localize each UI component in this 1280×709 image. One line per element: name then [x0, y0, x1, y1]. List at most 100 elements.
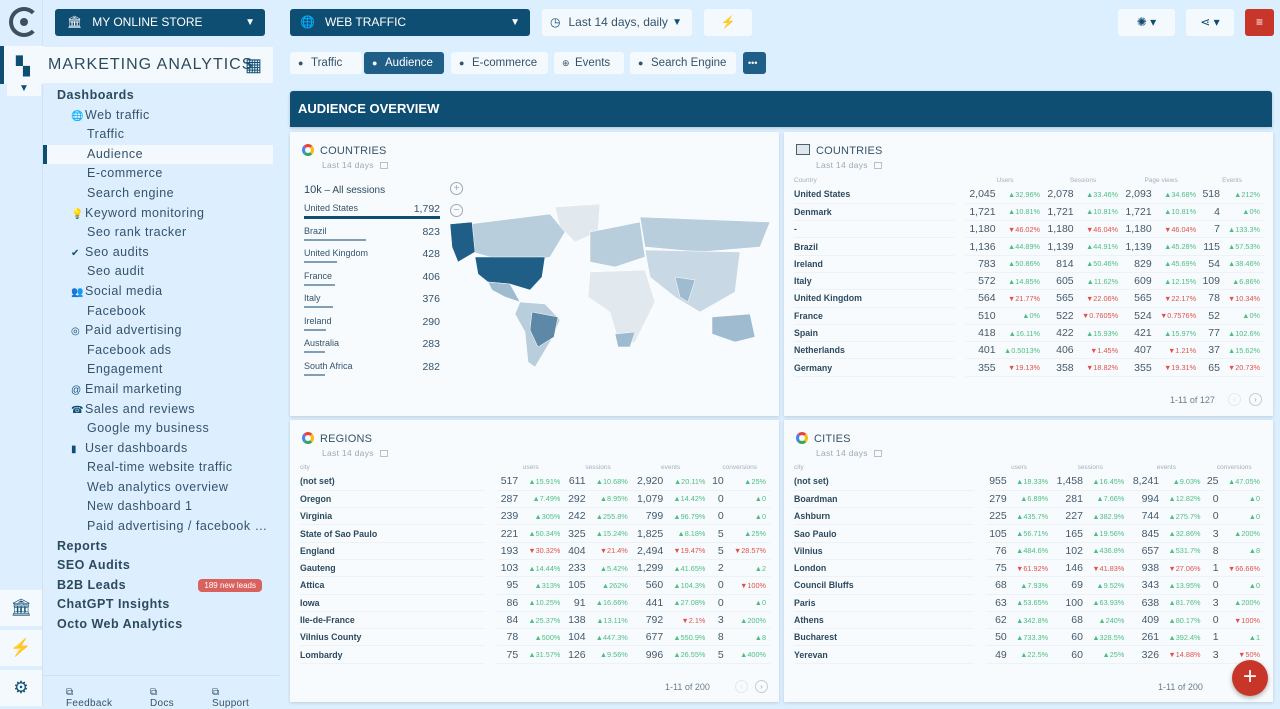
sidebar-item-seo-audit[interactable]: Seo audit: [43, 262, 280, 282]
column-header[interactable]: Country: [794, 174, 954, 186]
table-row[interactable]: Spain 418 ▲16.11% 422 ▲15.93% 421 ▲15.97% 77 ▲10…: [794, 324, 1264, 343]
sidebar-item-seo-audits[interactable]: ✔ Seo audits: [43, 243, 280, 263]
docs-link[interactable]: Docs ⧉: [150, 687, 174, 709]
column-header[interactable]: conversions: [709, 461, 770, 473]
prev-page-button[interactable]: ‹: [735, 680, 748, 693]
chevron-down-icon[interactable]: ▼: [7, 84, 41, 96]
country-row[interactable]: Italy 376: [304, 293, 440, 316]
sidebar-item-keyword-monitoring[interactable]: 💡Keyword monitoring: [43, 204, 280, 224]
date-range-select[interactable]: ◷ Last 14 days, daily ▼: [542, 9, 692, 36]
table-row[interactable]: Gauteng 103 ▲14.44% 233 ▲5.42% 1,299 ▲41.65% 2 ▲…: [300, 559, 770, 578]
table-row[interactable]: Vilnius 76 ▲484.6% 102 ▲436.8% 657 ▲531.7% 8 ▲8: [794, 542, 1264, 560]
calendar-icon[interactable]: [873, 450, 882, 457]
sidebar-item-web-traffic[interactable]: 🌐Web traffic: [43, 106, 280, 126]
column-header[interactable]: Page views: [1122, 174, 1200, 186]
logo-icon[interactable]: [9, 7, 39, 37]
country-row[interactable]: United Kingdom 428: [304, 248, 440, 271]
sidebar-item-email-marketing[interactable]: @ Email marketing: [43, 380, 280, 400]
tab-e-commerce[interactable]: ● E-commerce: [451, 52, 548, 74]
tab-audience[interactable]: ● Audience: [364, 52, 444, 74]
theme-button[interactable]: ✺ ▾: [1118, 9, 1175, 36]
sidebar-item-audience[interactable]: Audience: [43, 144, 273, 165]
sidebar-item-paid-advertising-facebook[interactable]: Paid advertising / facebook …: [43, 517, 280, 537]
table-row[interactable]: Oregon 287 ▲7.49% 292 ▲8.95% 1,079 ▲14.42% 0 ▲0: [300, 490, 770, 509]
table-row[interactable]: Bucharest 50 ▲733.3% 60 ▲328.5% 261 ▲392.4% 1 ▲1: [794, 628, 1264, 647]
column-header[interactable]: city: [300, 461, 485, 473]
country-row[interactable]: South Africa 282: [304, 361, 440, 384]
share-button[interactable]: ⋖ ▾: [1186, 9, 1234, 36]
table-row[interactable]: Yerevan 49 ▲22.5% 60 ▲25% 326 ▼14.88% 3 ▼50%: [794, 645, 1264, 664]
table-row[interactable]: United Kingdom 564 ▼21.77% 565 ▼22.06% 565 ▼22…: [794, 289, 1264, 308]
more-tabs-button[interactable]: •••: [743, 52, 766, 74]
sidebar-item-paid-advertising[interactable]: ◎ Paid advertising: [43, 321, 280, 341]
table-row[interactable]: Germany 355 ▼19.13% 358 ▼18.82% 355 ▼19.31% 65 ▼…: [794, 358, 1264, 377]
table-row[interactable]: Attica 95 ▲313% 105 ▲262% 560 ▲104.3% 0 ▼100%: [300, 576, 770, 595]
table-row[interactable]: Italy 572 ▲14.85% 605 ▲11.62% 609 ▲12.15% 109 ▲6…: [794, 272, 1264, 291]
column-header[interactable]: sessions: [564, 461, 631, 473]
table-row[interactable]: England 193 ▼30.32% 404 ▼21.4% 2,494 ▼19.47% 5 ▼…: [300, 542, 770, 560]
add-widget-button[interactable]: +: [1232, 660, 1268, 696]
table-row[interactable]: Paris 63 ▲53.65% 100 ▲63.93% 638 ▲81.76% 3 ▲200%: [794, 594, 1264, 612]
table-row[interactable]: Denmark 1,721 ▲10.81% 1,721 ▲10.81% 1,721 ▲10.…: [794, 203, 1264, 222]
table-row[interactable]: Brazil 1,136 ▲44.89% 1,139 ▲44.91% 1,139 ▲45.2…: [794, 237, 1264, 256]
table-row[interactable]: Vilnius County 78 ▲500% 104 ▲447.3% 677 ▲550.9…: [300, 628, 770, 647]
column-header[interactable]: city: [794, 461, 974, 473]
sidebar-item-octo-web-analytics[interactable]: Octo Web Analytics: [43, 615, 280, 635]
column-header[interactable]: users: [986, 461, 1052, 473]
sidebar-item-sales-and-reviews[interactable]: ☎Sales and reviews: [43, 400, 280, 420]
table-row[interactable]: Boardman 279 ▲6.89% 281 ▲7.66% 994 ▲12.82% 0 ▲0: [794, 490, 1264, 509]
menu-button[interactable]: ≡: [1245, 9, 1274, 36]
column-header[interactable]: Users: [966, 174, 1044, 186]
country-row[interactable]: France 406: [304, 271, 440, 294]
sidebar-item-e-commerce[interactable]: E-commerce: [43, 164, 280, 184]
sidebar-item-user-dashboards[interactable]: ▮ User dashboards: [43, 439, 280, 459]
country-row[interactable]: Brazil 823: [304, 226, 440, 249]
table-row[interactable]: Netherlands 401 ▲0.5013% 406 ▼1.45% 407 ▼1.21%…: [794, 341, 1264, 360]
column-header[interactable]: Events: [1200, 174, 1264, 186]
apps-grid-icon[interactable]: ▦: [245, 47, 263, 83]
table-row[interactable]: (not set) 517 ▲15.91% 611 ▲10.68% 2,920 ▲20.11…: [300, 473, 770, 491]
zoom-in-button[interactable]: +: [450, 182, 463, 195]
calendar-icon[interactable]: [873, 162, 882, 169]
table-row[interactable]: Ireland 783 ▲50.86% 814 ▲50.46% 829 ▲45.69% 54 ▲…: [794, 255, 1264, 273]
country-row[interactable]: Ireland 290: [304, 316, 440, 339]
sidebar-item-b2b-leads[interactable]: B2B Leads 189 new leads: [43, 576, 280, 596]
column-header[interactable]: sessions: [1052, 461, 1128, 473]
sidebar-item-seo-rank-tracker[interactable]: Seo rank tracker: [43, 223, 280, 243]
sidebar-item-facebook-ads[interactable]: Facebook ads: [43, 341, 280, 361]
tab-traffic[interactable]: ● Traffic: [290, 52, 362, 74]
country-row[interactable]: United States 1,792: [304, 203, 440, 226]
calendar-icon[interactable]: [379, 162, 388, 169]
table-row[interactable]: Ile-de-France 84 ▲25.37% 138 ▲13.11% 792 ▼2.1%…: [300, 611, 770, 630]
table-row[interactable]: (not set) 955 ▲18.33% 1,458 ▲16.45% 8,241 ▲9.0…: [794, 473, 1264, 491]
column-header[interactable]: users: [497, 461, 564, 473]
table-row[interactable]: Ashburn 225 ▲435.7% 227 ▲382.9% 744 ▲275.7% 0 ▲0: [794, 507, 1264, 526]
sidebar-item-reports[interactable]: Reports: [43, 537, 280, 557]
table-row[interactable]: France 510 ▲0% 522 ▼0.7605% 524 ▼0.7576% 52 ▲0%: [794, 307, 1264, 325]
sidebar-item-new-dashboard-1[interactable]: New dashboard 1: [43, 497, 280, 517]
tab-events[interactable]: ⊕ Events: [554, 52, 624, 74]
sidebar-item-google-my-business[interactable]: Google my business: [43, 419, 280, 439]
column-header[interactable]: events: [1128, 461, 1204, 473]
table-row[interactable]: -1,180 ▼46.02% 1,180 ▼46.04% 1,180 ▼46.04% 7 ▲1…: [794, 220, 1264, 239]
sidebar-item-facebook[interactable]: Facebook: [43, 302, 280, 322]
rail-dashboard-button[interactable]: ▚: [0, 46, 43, 84]
sidebar-item-traffic[interactable]: Traffic: [43, 125, 280, 145]
sidebar-item-social-media[interactable]: 👥Social media: [43, 282, 280, 302]
sidebar-item-real-time-website-traffic[interactable]: Real-time website traffic: [43, 458, 280, 478]
table-row[interactable]: Virginia 239 ▲305% 242 ▲255.8% 799 ▲96.79% 0 ▲0: [300, 507, 770, 526]
table-row[interactable]: State of Sao Paulo 221 ▲50.34% 325 ▲15.24% 1,…: [300, 524, 770, 543]
table-row[interactable]: Iowa 86 ▲10.25% 91 ▲16.66% 441 ▲27.08% 0 ▲0: [300, 594, 770, 612]
feedback-link[interactable]: Feedback ⧉: [66, 687, 112, 709]
integrations-button[interactable]: ⚡: [704, 9, 752, 36]
table-row[interactable]: Lombardy 75 ▲31.57% 126 ▲9.56% 996 ▲26.55% 5 ▲40…: [300, 645, 770, 664]
sidebar-item-web-analytics-overview[interactable]: Web analytics overview: [43, 478, 280, 498]
column-header[interactable]: conversions: [1205, 461, 1265, 473]
support-link[interactable]: Support ⧉: [212, 687, 249, 709]
tab-search-engine[interactable]: ● Search Engine: [630, 52, 736, 74]
sidebar-item-dashboards[interactable]: Dashboards: [43, 86, 280, 106]
table-row[interactable]: Sao Paulo 105 ▲56.71% 165 ▲19.56% 845 ▲32.86% 3…: [794, 524, 1264, 543]
table-row[interactable]: United States 2,045 ▲32.96% 2,078 ▲33.46% 2,0…: [794, 186, 1264, 204]
sidebar-item-engagement[interactable]: Engagement: [43, 360, 280, 380]
country-row[interactable]: Australia 283: [304, 338, 440, 361]
